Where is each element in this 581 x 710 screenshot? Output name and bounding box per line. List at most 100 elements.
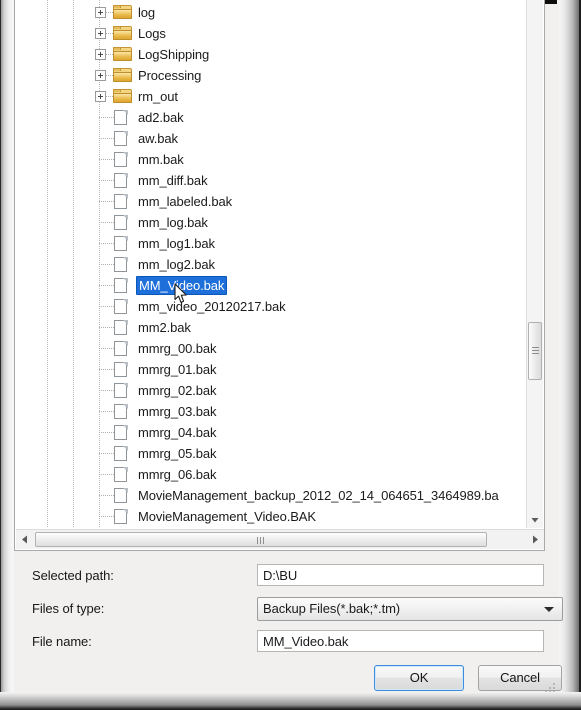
selected-path-label: Selected path: xyxy=(32,568,114,583)
tree-connector-line xyxy=(99,369,114,370)
tree-item[interactable]: MM_Video.bak xyxy=(15,275,528,296)
tree-item[interactable]: mmrg_01.bak xyxy=(15,359,528,380)
file-icon xyxy=(114,152,128,168)
tree-item-label: mmrg_01.bak xyxy=(138,362,217,377)
tree-item[interactable]: mmrg_00.bak xyxy=(15,338,528,359)
tree-connector-line xyxy=(99,432,114,433)
file-icon xyxy=(114,173,128,189)
file-name-field[interactable]: MM_Video.bak xyxy=(257,630,544,652)
tree-connector-line xyxy=(99,495,114,496)
file-icon xyxy=(114,236,128,252)
tree-item[interactable]: mmrg_06.bak xyxy=(15,464,528,485)
file-icon xyxy=(114,488,128,504)
tree-item[interactable]: ad2.bak xyxy=(15,107,528,128)
tree-item[interactable]: LogShipping xyxy=(15,44,528,65)
file-icon xyxy=(114,131,128,147)
tree-item[interactable]: mm_labeled.bak xyxy=(15,191,528,212)
file-name-label: File name: xyxy=(32,634,92,649)
tree-item-label: log xyxy=(138,5,156,20)
scroll-down-button[interactable] xyxy=(527,511,543,528)
tree-item[interactable]: mm_log2.bak xyxy=(15,254,528,275)
tree-item[interactable]: aw.bak xyxy=(15,128,528,149)
tree-item[interactable]: mm_diff.bak xyxy=(15,170,528,191)
tree-item[interactable]: rm_out xyxy=(15,86,528,107)
tree-item-label: mm_log1.bak xyxy=(138,236,215,251)
file-tree-viewport[interactable]: log Logs LogShipping Processing rm_out ad2.ba… xyxy=(15,0,528,528)
tree-item[interactable]: mm_video_20120217.bak xyxy=(15,296,528,317)
folder-icon xyxy=(113,68,132,83)
vertical-scrollbar[interactable] xyxy=(526,0,543,528)
file-icon xyxy=(114,383,128,399)
selected-path-field[interactable]: D:\BU xyxy=(257,564,544,586)
tree-item-label: mm2.bak xyxy=(138,320,191,335)
tree-connector-line xyxy=(106,75,113,76)
folder-icon xyxy=(113,89,132,104)
tree-item[interactable]: mm.bak xyxy=(15,149,528,170)
file-icon xyxy=(114,257,128,273)
tree-connector-line xyxy=(106,12,113,13)
file-icon xyxy=(114,278,128,294)
chevron-left-icon xyxy=(22,535,27,544)
tree-item-label: Processing xyxy=(138,68,202,83)
tree-item[interactable]: MovieManagement_backup_2012_02_14_064651… xyxy=(15,485,528,506)
vertical-scrollbar-thumb[interactable] xyxy=(528,322,542,380)
tree-item-label: mmrg_05.bak xyxy=(138,446,217,461)
tree-connector-line xyxy=(99,264,114,265)
tree-item[interactable]: mmrg_02.bak xyxy=(15,380,528,401)
expand-plus-icon[interactable] xyxy=(95,7,106,18)
tree-connector-line xyxy=(99,180,114,181)
horizontal-scrollbar-thumb[interactable] xyxy=(35,532,487,547)
tree-item[interactable]: mmrg_04.bak xyxy=(15,422,528,443)
chevron-down-icon xyxy=(531,518,539,523)
tree-item[interactable]: mmrg_03.bak xyxy=(15,401,528,422)
tree-connector-line xyxy=(99,348,114,349)
folder-icon xyxy=(113,5,132,20)
file-icon xyxy=(114,110,128,126)
file-icon xyxy=(114,446,128,462)
tree-connector-line xyxy=(99,138,114,139)
tree-item-label: MM_Video.bak xyxy=(136,276,228,295)
tree-item-label: aw.bak xyxy=(138,131,178,146)
dialog-client-area: log Logs LogShipping Processing rm_out ad2.ba… xyxy=(14,0,563,696)
tree-item[interactable]: mm_log1.bak xyxy=(15,233,528,254)
file-tree-panel[interactable]: log Logs LogShipping Processing rm_out ad2.ba… xyxy=(14,0,545,551)
file-icon xyxy=(114,362,128,378)
tree-item[interactable]: log xyxy=(15,2,528,23)
tree-item[interactable]: Processing xyxy=(15,65,528,86)
expand-plus-icon[interactable] xyxy=(95,91,106,102)
expand-plus-icon[interactable] xyxy=(95,49,106,60)
scroll-left-button[interactable] xyxy=(16,530,34,549)
tree-item-label: LogShipping xyxy=(138,47,210,62)
tree-item-label: mm_video_20120217.bak xyxy=(138,299,286,314)
tree-item[interactable]: Logs xyxy=(15,23,528,44)
file-icon xyxy=(114,320,128,336)
tree-item-label: mm_log.bak xyxy=(138,215,208,230)
tree-connector-line xyxy=(106,96,113,97)
file-icon xyxy=(114,341,128,357)
tree-item-label: mm_diff.bak xyxy=(138,173,208,188)
files-of-type-dropdown[interactable]: Backup Files(*.bak;*.tm) xyxy=(257,597,563,621)
tree-connector-line xyxy=(99,201,114,202)
tree-item[interactable]: mm_log.bak xyxy=(15,212,528,233)
tree-item-label: mmrg_03.bak xyxy=(138,404,217,419)
scrollbar-grip-icon xyxy=(257,537,265,544)
tree-item-label: mm.bak xyxy=(138,152,184,167)
tree-item-label: mmrg_00.bak xyxy=(138,341,217,356)
tree-item[interactable]: MovieManagement_Video.BAK xyxy=(15,506,528,527)
chevron-down-icon xyxy=(544,607,554,612)
folder-icon xyxy=(113,47,132,62)
ok-button[interactable]: OK xyxy=(374,665,464,691)
tree-item-label: mmrg_02.bak xyxy=(138,383,217,398)
horizontal-scrollbar[interactable] xyxy=(16,529,544,549)
file-icon xyxy=(114,467,128,483)
tree-connector-line xyxy=(99,117,114,118)
expand-plus-icon[interactable] xyxy=(95,28,106,39)
tree-item[interactable]: mm2.bak xyxy=(15,317,528,338)
scroll-right-button[interactable] xyxy=(526,530,544,549)
tree-item[interactable]: mmrg_05.bak xyxy=(15,443,528,464)
dialog-window: log Logs LogShipping Processing rm_out ad2.ba… xyxy=(0,0,581,710)
tree-connector-line xyxy=(99,474,114,475)
tree-item-label: mm_labeled.bak xyxy=(138,194,232,209)
tree-connector-line xyxy=(99,222,114,223)
expand-plus-icon[interactable] xyxy=(95,70,106,81)
